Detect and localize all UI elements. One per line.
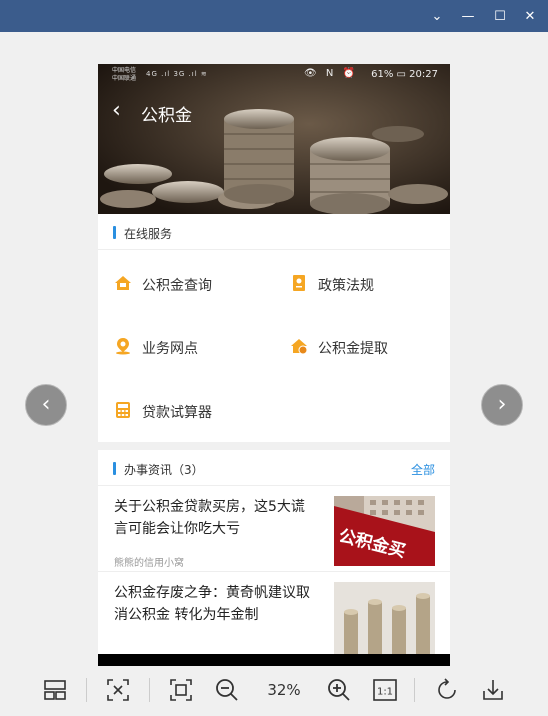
toolbar-divider — [86, 678, 87, 702]
actual-size-icon[interactable]: 1:1 — [370, 675, 400, 705]
news-item[interactable]: 公积金存废之争：黄奇帆建议取消公积金 转化为年金制 — [98, 572, 450, 654]
fit-to-window-icon[interactable] — [103, 675, 133, 705]
layout-icon[interactable] — [40, 675, 70, 705]
service-policy-regulations[interactable]: 政策法规 — [290, 269, 430, 299]
phone-screenshot: 中国电信 中国联通 4G .ıl 3G .ıl ≋ 👁 N ⏰ 61% ▭ 20… — [98, 64, 450, 690]
viewer-toolbar: 32% 1:1 — [0, 666, 548, 716]
minimize-button[interactable]: — — [457, 6, 479, 28]
chevron-down-icon[interactable]: ⌄ — [426, 6, 448, 28]
svg-text:1:1: 1:1 — [377, 687, 393, 698]
service-fund-withdrawal[interactable]: 公积金提取 — [290, 332, 430, 362]
carrier-1: 中国电信 — [112, 67, 137, 74]
zoom-in-icon[interactable] — [324, 675, 354, 705]
section-accent-bar — [113, 462, 116, 475]
news-title: 关于公积金贷款买房，这5大谎言可能会让你吃大亏 — [114, 499, 305, 537]
calculator-icon — [116, 402, 130, 418]
section-header: 办事资讯（3） 全部 — [98, 450, 450, 486]
online-services-section: 在线服务 公积金查询 政策法规 业务网点 公积金提取 贷款试算器 — [98, 214, 450, 442]
coins-image — [98, 64, 450, 214]
next-image-button[interactable]: › — [481, 384, 523, 426]
header-banner: 中国电信 中国联通 4G .ıl 3G .ıl ≋ 👁 N ⏰ 61% ▭ 20… — [98, 64, 450, 214]
service-label: 政策法规 — [318, 278, 374, 294]
service-provident-fund-query[interactable]: 公积金查询 — [114, 269, 254, 299]
section-title: 在线服务 — [124, 227, 173, 241]
image-viewer-stage: ‹ › 中国电信 中国联通 4G .ıl 3G .ıl ≋ 👁 N ⏰ 61% … — [0, 32, 548, 690]
window-titlebar: ⌄ — ☐ ✕ — [0, 0, 548, 32]
news-thumbnail: 公积金买 — [334, 496, 435, 566]
back-arrow-icon[interactable]: ‹ — [112, 98, 121, 123]
house-icon — [115, 276, 131, 290]
document-icon — [293, 275, 305, 291]
section-divider — [98, 442, 450, 450]
maximize-button[interactable]: ☐ — [489, 6, 511, 28]
toolbar-divider — [414, 678, 415, 702]
service-label: 公积金提取 — [318, 341, 388, 357]
section-header: 在线服务 — [98, 214, 450, 250]
news-thumbnail — [334, 582, 435, 654]
service-business-outlets[interactable]: 业务网点 — [114, 332, 254, 362]
section-accent-bar — [113, 226, 116, 239]
status-icons: 👁 N ⏰ — [304, 68, 358, 79]
download-icon[interactable] — [478, 675, 508, 705]
service-label: 业务网点 — [142, 341, 198, 357]
news-source: 熊熊的信用小窝 — [114, 558, 184, 569]
zoom-out-icon[interactable] — [212, 675, 242, 705]
view-all-link[interactable]: 全部 — [411, 461, 435, 478]
zoom-level: 32% — [267, 681, 301, 699]
coins-thumbnail-image — [334, 582, 435, 654]
rotate-icon[interactable] — [432, 675, 462, 705]
service-label: 公积金查询 — [142, 278, 212, 294]
news-item[interactable]: 关于公积金贷款买房，这5大谎言可能会让你吃大亏 熊熊的信用小窝 公积金买 — [98, 486, 450, 572]
fullscreen-icon[interactable] — [166, 675, 196, 705]
toolbar-divider — [149, 678, 150, 702]
section-title: 办事资讯（3） — [124, 463, 204, 477]
page-title: 公积金 — [141, 106, 192, 126]
battery-time: 61% ▭ 20:27 — [371, 69, 438, 80]
news-title: 公积金存废之争：黄奇帆建议取消公积金 转化为年金制 — [114, 585, 310, 623]
service-loan-calculator[interactable]: 贷款试算器 — [114, 396, 254, 426]
previous-image-button[interactable]: ‹ — [25, 384, 67, 426]
news-section: 办事资讯（3） 全部 关于公积金贷款买房，这5大谎言可能会让你吃大亏 熊熊的信用… — [98, 450, 450, 654]
service-label: 贷款试算器 — [142, 405, 212, 421]
house-withdraw-icon — [291, 339, 308, 355]
building-sign-image: 公积金买 — [334, 496, 435, 566]
status-bar: 中国电信 中国联通 4G .ıl 3G .ıl ≋ 👁 N ⏰ 61% ▭ 20… — [98, 64, 450, 86]
signal-icon: 4G .ıl 3G .ıl ≋ — [146, 70, 208, 78]
carrier-label: 中国电信 中国联通 — [112, 67, 136, 83]
carrier-2: 中国联通 — [112, 75, 137, 82]
location-icon — [116, 338, 130, 355]
close-button[interactable]: ✕ — [519, 6, 541, 28]
